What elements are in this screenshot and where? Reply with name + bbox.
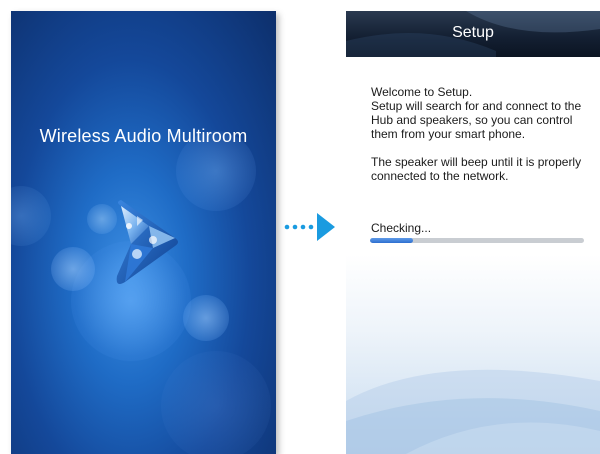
page-title: Setup bbox=[452, 24, 494, 41]
progress-fill bbox=[370, 238, 413, 243]
welcome-paragraph: Welcome to Setup. Setup will search for … bbox=[371, 85, 582, 141]
bokeh-light bbox=[51, 247, 95, 291]
app-title: Wireless Audio Multiroom bbox=[39, 126, 248, 146]
splash-screen: Wireless Audio Multiroom bbox=[11, 11, 276, 454]
screenshot-stage: Wireless Audio Multiroom Setup Welcome t… bbox=[0, 0, 600, 454]
status-label: Checking... bbox=[371, 221, 432, 235]
bokeh-light bbox=[161, 351, 271, 454]
bokeh-light bbox=[11, 186, 51, 246]
progress-bar bbox=[370, 238, 584, 243]
beep-paragraph: The speaker will beep until it is proper… bbox=[371, 155, 582, 183]
bokeh-light bbox=[183, 295, 229, 341]
play-triangle-logo-icon bbox=[116, 200, 178, 284]
dotted-arrow-right-icon bbox=[284, 213, 335, 241]
background-wave-decor bbox=[346, 369, 600, 454]
setup-header-bar: Setup bbox=[346, 11, 600, 57]
setup-screen: Setup Welcome to Setup. Setup will searc… bbox=[346, 11, 600, 454]
setup-instructions: Welcome to Setup. Setup will search for … bbox=[371, 85, 591, 183]
